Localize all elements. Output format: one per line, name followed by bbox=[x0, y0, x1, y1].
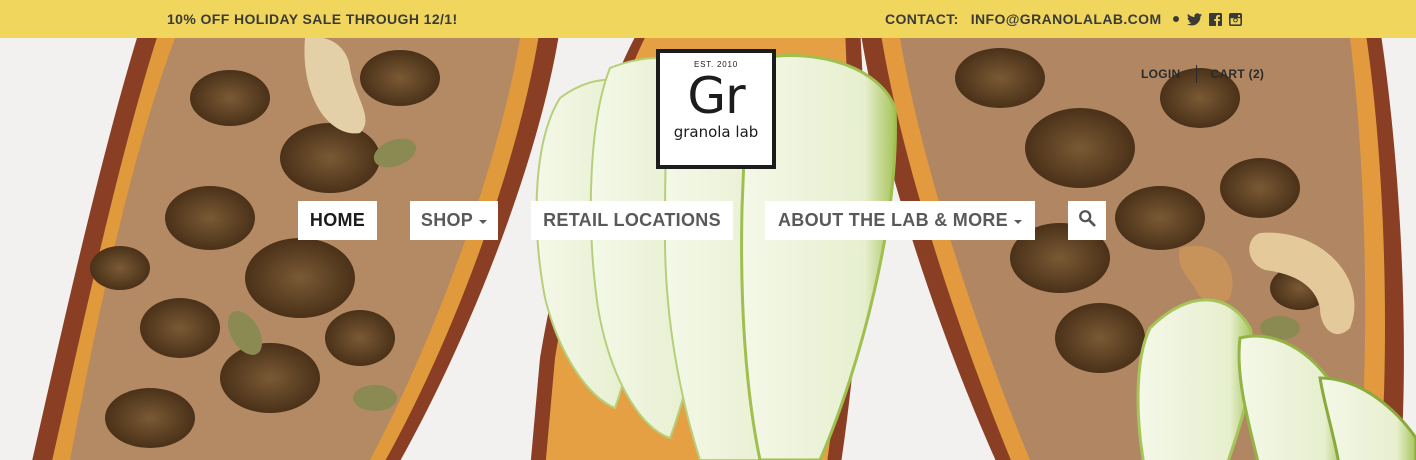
twitter-icon[interactable] bbox=[1186, 12, 1202, 26]
social-links bbox=[1186, 12, 1242, 26]
nav-home[interactable]: HOME bbox=[298, 201, 377, 240]
contact-email-link[interactable]: INFO@GRANOLALAB.COM bbox=[971, 11, 1162, 27]
nav-home-label: HOME bbox=[309, 210, 366, 230]
nav-retail-locations[interactable]: RETAIL LOCATIONS bbox=[531, 201, 733, 240]
search-button[interactable] bbox=[1068, 201, 1106, 240]
instagram-icon[interactable] bbox=[1228, 12, 1242, 26]
contact-info: CONTACT: INFO@GRANOLALAB.COM bbox=[885, 11, 1242, 27]
nav-shop-label: SHOP bbox=[420, 210, 474, 230]
promo-text: 10% OFF HOLIDAY SALE THROUGH 12/1! bbox=[167, 11, 458, 27]
chevron-down-icon bbox=[479, 219, 488, 224]
nav-shop[interactable]: SHOP bbox=[410, 201, 498, 240]
logo-mark: Gr bbox=[687, 67, 745, 125]
cart-link[interactable]: CART (2) bbox=[1211, 67, 1265, 81]
account-separator bbox=[1195, 65, 1197, 83]
separator-dot bbox=[1172, 16, 1179, 22]
logo-name: granola lab bbox=[673, 123, 759, 141]
announcement-bar: 10% OFF HOLIDAY SALE THROUGH 12/1! CONTA… bbox=[0, 0, 1416, 38]
search-icon bbox=[1078, 209, 1096, 232]
login-link[interactable]: LOGIN bbox=[1141, 67, 1181, 81]
brand-logo[interactable]: EST. 2010 Gr granola lab bbox=[656, 49, 776, 169]
chevron-down-icon bbox=[1014, 219, 1022, 224]
nav-retail-label: RETAIL LOCATIONS bbox=[543, 210, 721, 230]
nav-about-label: ABOUT THE LAB & MORE bbox=[778, 210, 1008, 230]
contact-label: CONTACT: bbox=[885, 11, 959, 27]
nav-about[interactable]: ABOUT THE LAB & MORE bbox=[765, 201, 1035, 240]
facebook-icon[interactable] bbox=[1208, 12, 1222, 26]
account-links: LOGIN CART (2) bbox=[1141, 65, 1264, 83]
